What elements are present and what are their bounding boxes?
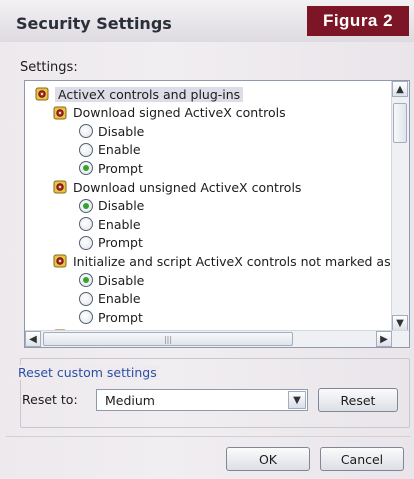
arrow-up-icon[interactable]: ▲ <box>392 81 408 97</box>
radio-option[interactable]: Disable <box>79 271 144 289</box>
security-settings-dialog: Security Settings Figura 2 Settings: Act… <box>0 0 414 479</box>
arrow-down-icon[interactable]: ▼ <box>392 315 408 331</box>
tree-category[interactable]: ActiveX controls and plug-ins <box>35 85 244 103</box>
tree-item-label: Enable <box>98 291 141 307</box>
radio-button[interactable] <box>79 235 93 250</box>
tree-item-label: Prompt <box>98 309 143 325</box>
radio-button[interactable] <box>79 142 93 157</box>
radio-option[interactable]: Prompt <box>79 159 143 177</box>
radio-option[interactable]: Prompt <box>79 308 143 326</box>
tree-item-label: Download signed ActiveX controls <box>73 105 286 121</box>
tree-setting[interactable]: Download signed ActiveX controls <box>53 104 286 122</box>
tree-setting[interactable]: Initialize and script ActiveX controls n… <box>53 252 393 270</box>
tree-item-label: Prompt <box>98 160 143 176</box>
radio-option[interactable]: Enable <box>79 290 141 308</box>
vertical-scroll-thumb[interactable] <box>393 103 407 143</box>
settings-gear-icon <box>53 106 67 120</box>
radio-button[interactable] <box>79 217 93 232</box>
radio-button[interactable] <box>79 310 93 325</box>
window-title: Security Settings <box>16 14 172 33</box>
radio-button-selected[interactable] <box>79 273 93 287</box>
figure-label: Figura 2 <box>307 6 409 36</box>
tree-item-label: Initialize and script ActiveX controls n… <box>73 253 393 269</box>
horizontal-scroll-thumb[interactable]: ||| <box>43 332 293 346</box>
radio-button[interactable] <box>79 124 93 139</box>
divider <box>6 436 410 437</box>
reset-group-legend: Reset custom settings <box>16 365 159 380</box>
chevron-down-icon[interactable]: ▼ <box>288 391 306 409</box>
tree-item-label: Prompt <box>98 235 143 251</box>
radio-option[interactable]: Disable <box>79 197 144 215</box>
settings-gear-icon <box>35 87 49 101</box>
reset-to-label: Reset to: <box>22 392 78 407</box>
vertical-scrollbar[interactable]: ▲ ▼ <box>391 81 409 331</box>
radio-option[interactable]: Enable <box>79 215 141 233</box>
arrow-right-icon[interactable]: ▶ <box>376 331 392 347</box>
settings-gear-icon <box>53 180 67 194</box>
cancel-button[interactable]: Cancel <box>320 447 404 471</box>
tree-item-label: Disable <box>98 198 145 214</box>
radio-option[interactable]: Prompt <box>79 234 143 252</box>
arrow-left-icon[interactable]: ◀ <box>25 331 41 347</box>
settings-tree[interactable]: ActiveX controls and plug-ins Download si… <box>24 80 410 348</box>
tree-setting[interactable]: Download unsigned ActiveX controls <box>53 178 301 196</box>
settings-tree-list: ActiveX controls and plug-ins Download si… <box>25 81 393 331</box>
tree-item-label: ActiveX controls and plug-ins <box>55 86 244 102</box>
reset-level-select[interactable]: Medium ▼ <box>96 389 308 411</box>
tree-item-label: Download unsigned ActiveX controls <box>73 179 302 195</box>
radio-button-selected[interactable] <box>79 198 93 213</box>
tree-item-label: Enable <box>98 142 141 158</box>
settings-gear-icon <box>53 254 67 268</box>
tree-item-label: Disable <box>98 272 145 288</box>
radio-button-selected[interactable] <box>79 161 93 176</box>
radio-option[interactable]: Enable <box>79 141 141 159</box>
tree-item-label: Enable <box>98 216 141 232</box>
horizontal-scrollbar[interactable]: ◀ ||| ▶ <box>25 330 409 347</box>
reset-level-value: Medium <box>105 393 155 408</box>
radio-option[interactable]: Disable <box>79 122 144 140</box>
settings-label: Settings: <box>20 60 78 75</box>
reset-button[interactable]: Reset <box>318 388 398 412</box>
tree-item-label: Disable <box>98 123 145 139</box>
radio-button[interactable] <box>79 291 93 306</box>
ok-button[interactable]: OK <box>226 447 310 471</box>
